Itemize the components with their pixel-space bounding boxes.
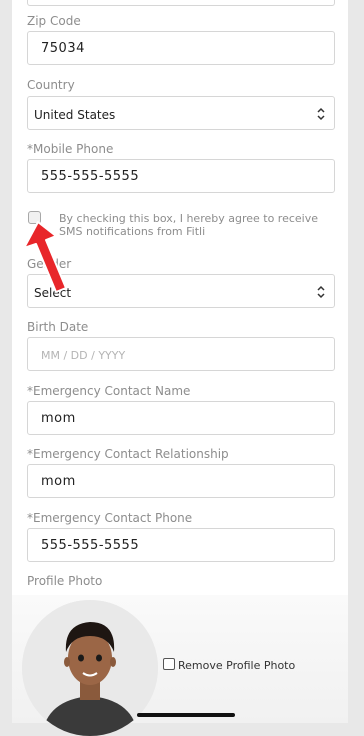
emergency-relationship-label: *Emergency Contact Relationship: [27, 447, 229, 461]
emergency-phone-label: *Emergency Contact Phone: [27, 511, 193, 525]
birth-date-label: Birth Date: [27, 320, 89, 334]
country-label: Country: [27, 78, 75, 92]
mobile-phone-input[interactable]: 555-555-5555: [27, 159, 335, 193]
select-arrows-icon: [317, 107, 325, 121]
emergency-name-input[interactable]: mom: [27, 401, 335, 435]
remove-profile-photo-label: Remove Profile Photo: [178, 659, 296, 672]
previous-field-edge: [27, 0, 335, 6]
annotation-arrow-icon: [23, 221, 67, 293]
emergency-phone-input[interactable]: 555-555-5555: [27, 528, 335, 562]
mobile-phone-label: *Mobile Phone: [27, 142, 114, 156]
emergency-name-value: mom: [41, 411, 76, 426]
country-selected-value: United States: [34, 108, 116, 122]
country-select[interactable]: United States: [27, 96, 335, 130]
zip-code-value: 75034: [41, 41, 85, 56]
emergency-name-label: *Emergency Contact Name: [27, 384, 191, 398]
birth-date-input[interactable]: MM / DD / YYYY: [27, 337, 335, 371]
sms-consent-text: By checking this box, I hereby agree to …: [59, 212, 318, 238]
select-arrows-icon: [317, 285, 325, 299]
emergency-phone-value: 555-555-5555: [41, 538, 140, 553]
emergency-relationship-input[interactable]: mom: [27, 464, 335, 498]
zip-code-label: Zip Code: [27, 14, 81, 28]
remove-profile-photo-checkbox[interactable]: [163, 658, 175, 670]
zip-code-input[interactable]: 75034: [27, 31, 335, 65]
mobile-phone-value: 555-555-5555: [41, 169, 140, 184]
emergency-relationship-value: mom: [41, 474, 76, 489]
profile-photo-label: Profile Photo: [27, 574, 103, 588]
birth-date-placeholder: MM / DD / YYYY: [41, 349, 126, 362]
home-indicator[interactable]: [137, 713, 235, 717]
